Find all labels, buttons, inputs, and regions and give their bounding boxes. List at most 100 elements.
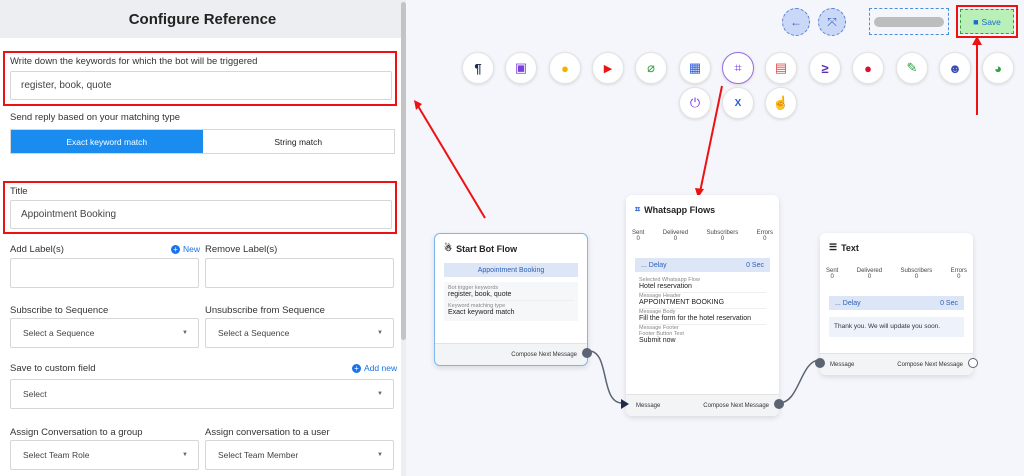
assign-group-label: Assign Conversation to a group [10,427,143,438]
plus-icon: + [171,244,180,254]
remove-label-input[interactable] [205,258,394,288]
stat-subscribers: Subscribers 0 [900,268,933,280]
unsubscribe-sequence-select[interactable]: Select a Sequence ▼ [205,318,394,348]
matching-type-value: Exact keyword match [448,309,515,316]
stat-errors: Errors 0 [756,230,773,242]
match-type-toggle: Exact keyword match String match [10,129,395,154]
text-compose-next[interactable]: Compose Next Message [897,362,963,368]
exact-match-option[interactable]: Exact keyword match [11,130,203,153]
flow-compose-next[interactable]: Compose Next Message [703,403,769,409]
new-link-text: New [183,244,201,254]
stat-delivered: Delivered 0 [662,230,689,242]
subscribe-sequence-select[interactable]: Select a Sequence ▼ [10,318,199,348]
text-message-input[interactable]: Message [830,362,854,368]
annotation-arrowhead [414,100,422,110]
caret-down-icon: ▼ [377,330,383,336]
subscribe-sequence-value: Select a Sequence [23,328,95,338]
assign-user-select[interactable]: Select Team Member ▼ [205,440,394,470]
text-node-delay: ... Delay 0 Sec [829,296,964,310]
compress-icon: ⤧ [827,14,837,29]
flow-node-title: ⌗ Whatsapp Flows [635,204,715,215]
connector-flow-to-text [778,359,821,404]
floppy-icon: ■ [973,16,979,27]
stat-delivered: Delivered 0 [856,268,883,280]
whatsapp-flow-icon: ⌗ [635,204,641,214]
flow-name-placeholder [874,16,944,27]
annotation-arrow-keywords [417,105,486,219]
plug-icon[interactable]: ⏻ [679,87,711,119]
remove-label-label: Remove Label(s) [205,244,278,255]
video-icon[interactable]: ▶ [592,52,624,84]
trigger-keywords-value: register, book, quote [448,291,574,301]
custom-field-add-link[interactable]: + Add new [352,363,397,373]
flow-node-delay: ... Delay 0 Sec [635,258,770,272]
text-node-message: Thank you. We will update you soon. [829,317,964,337]
unsubscribe-sequence-label: Unsubscribe from Sequence [205,305,325,316]
excel-icon[interactable]: X [722,87,754,119]
drop-icon[interactable]: ● [852,52,884,84]
caret-down-icon: ▼ [377,391,383,397]
start-node-title: ☃ Start Bot Flow [444,243,517,254]
unsubscribe-sequence-value: Select a Sequence [218,328,290,338]
palette-icon[interactable]: ◕ [982,52,1014,84]
whatsapp-flow-icon[interactable]: ⌗ [722,52,754,84]
stat-sent: Sent 0 [826,268,839,280]
start-compose-next[interactable]: Compose Next Message [511,352,577,358]
article-icon[interactable]: ▤ [765,52,797,84]
save-highlight: ■ Save [956,5,1018,38]
whatsapp-flows-node[interactable]: ⌗ Whatsapp Flows Sent 0 Delivered 0 Subscri… [621,195,784,416]
flow-name-field[interactable] [869,8,949,35]
text-node-footer: Message Compose Next Message [820,353,973,375]
subscribe-sequence-label: Subscribe to Sequence [10,305,109,316]
stat-sent: Sent 0 [632,230,645,242]
fit-view-button[interactable]: ⤧ [818,8,846,36]
text-node-title: ☰ Text [829,242,859,253]
match-type-label: Send reply based on your matching type [10,112,181,123]
assign-group-select[interactable]: Select Team Role ▼ [10,440,199,470]
stat-errors: Errors 0 [950,268,967,280]
add-label-input[interactable] [10,258,199,288]
greater-equal-icon[interactable]: ≥ [809,52,841,84]
panel-scrollbar-thumb[interactable] [401,2,406,340]
app-root: Configure Reference Write down the keywo… [0,0,1024,476]
start-node-reference: Appointment Booking [444,263,578,277]
connector-start-to-flow [588,350,623,404]
custom-field-value: Select [23,389,47,399]
stat-subscribers: Subscribers 0 [706,230,739,242]
save-button[interactable]: ■ Save [960,9,1014,34]
flow-output-handle[interactable] [774,399,784,409]
text-input-handle[interactable] [815,358,825,368]
add-label-new-link[interactable]: + New [171,244,200,254]
start-bot-flow-node[interactable]: ☃ Start Bot Flow Appointment Booking Bot … [434,233,592,366]
microphone-icon[interactable]: ● [549,52,581,84]
flow-node-stats: Sent 0 Delivered 0 Subscribers 0 Errors 0 [632,230,773,242]
signature-icon[interactable]: ✎ [896,52,928,84]
start-node-details: Bot trigger keywords register, book, quo… [444,282,578,321]
start-node-footer: Compose Next Message [435,343,587,365]
assign-user-label: Assign conversation to a user [205,427,330,438]
list-icon: ☰ [829,242,838,252]
title-input[interactable]: Appointment Booking [10,200,392,229]
flow-message-input[interactable]: Message [636,403,660,409]
flow-node-fields: Selected Whatsapp Flow Hotel reservation… [635,277,770,346]
attachment-icon[interactable]: ⌀ [635,52,667,84]
string-match-option[interactable]: String match [202,130,394,153]
pointer-icon[interactable]: ☝ [765,87,797,119]
flow-input-handle[interactable] [621,399,629,409]
text-output-handle[interactable] [968,358,978,368]
start-output-handle[interactable] [582,348,592,358]
map-icon[interactable]: ▦ [679,52,711,84]
robot-icon[interactable]: ☻ [939,52,971,84]
text-node[interactable]: ☰ Text Sent 0 Delivered 0 Subscribers 0 Erro… [815,233,978,375]
add-label-label: Add Label(s) [10,244,64,255]
back-button[interactable]: ← [782,8,810,36]
caret-down-icon: ▼ [377,452,383,458]
custom-field-select[interactable]: Select ▼ [10,379,394,409]
custom-field-label: Save to custom field [10,363,96,374]
image-icon[interactable]: ▣ [505,52,537,84]
paragraph-icon[interactable]: ¶ [462,52,494,84]
person-icon: ☃ [444,243,453,253]
keywords-input[interactable]: register, book, quote [10,71,392,100]
text-node-stats: Sent 0 Delivered 0 Subscribers 0 Errors 0 [826,268,967,280]
assign-user-value: Select Team Member [218,450,299,460]
